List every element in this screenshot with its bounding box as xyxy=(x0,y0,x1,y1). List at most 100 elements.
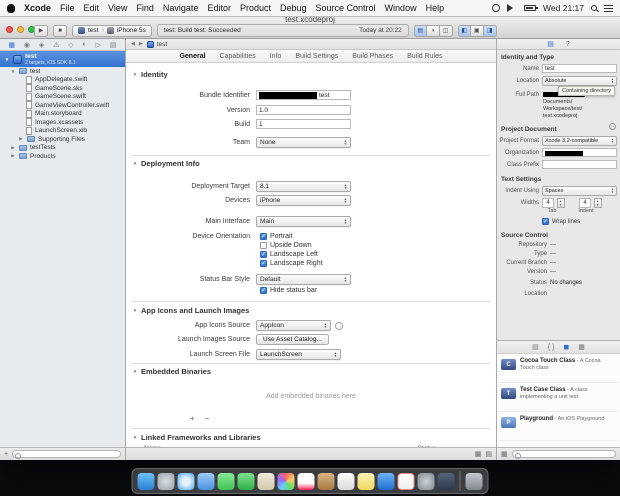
issue-navigator-icon[interactable]: ⚠ xyxy=(53,41,59,49)
indent-using-popup[interactable]: Spaces xyxy=(542,186,617,196)
team-popup[interactable]: None xyxy=(256,137,351,148)
disclosure-closed-icon[interactable] xyxy=(18,136,24,142)
navigator-group-products[interactable]: Products xyxy=(0,152,125,161)
navigator-group-testtests[interactable]: testTests xyxy=(0,144,125,153)
menu-xcode[interactable]: Xcode xyxy=(24,3,51,13)
navigator-toggle-button[interactable]: ◧ xyxy=(457,24,471,37)
app-icons-section-header[interactable]: App Icons and Launch Images xyxy=(132,306,249,315)
close-window-button[interactable] xyxy=(6,26,13,33)
status-bar-style-popup[interactable]: Default xyxy=(256,274,351,285)
dock-launchpad-icon[interactable] xyxy=(157,472,175,490)
dock-system-preferences-icon[interactable] xyxy=(417,472,435,490)
dock-reminders-icon[interactable] xyxy=(337,472,355,490)
menu-source-control[interactable]: Source Control xyxy=(316,3,376,13)
stop-button[interactable]: ■ xyxy=(53,24,67,37)
wrap-lines-row[interactable]: Wrap lines xyxy=(499,218,617,225)
dock-xcode-icon[interactable] xyxy=(437,472,455,490)
hide-status-bar-checkbox[interactable]: Hide status bar xyxy=(260,287,317,294)
identity-section-header[interactable]: Identity xyxy=(132,70,168,79)
use-asset-catalog-button[interactable]: Use Asset Catalog... xyxy=(256,334,329,345)
reveal-arrow-icon[interactable] xyxy=(335,321,343,330)
tab-build-phases[interactable]: Build Phases xyxy=(352,53,393,60)
navigator-filter-field[interactable] xyxy=(12,450,121,459)
dock-safari-icon[interactable] xyxy=(177,472,195,490)
remove-embedded-binary-button[interactable] xyxy=(205,414,210,423)
library-item-playground[interactable]: P Playground - An iOS Playground xyxy=(499,414,618,441)
quick-help-icon[interactable]: ? xyxy=(566,41,570,48)
inspector-toggle-button[interactable]: ◨ xyxy=(483,24,497,37)
navigator-group-supporting-files[interactable]: Supporting Files xyxy=(0,135,125,144)
library-item-cocoa-touch-class[interactable]: C Cocoa Touch Class - A Cocoa Touch clas… xyxy=(499,356,618,383)
indent-width-field[interactable]: 4 xyxy=(579,198,591,208)
deployment-target-combo[interactable]: 8.1 xyxy=(256,181,351,192)
menu-navigate[interactable]: Navigate xyxy=(163,3,199,13)
menu-file[interactable]: File xyxy=(60,3,75,13)
menu-product[interactable]: Product xyxy=(240,3,271,13)
tab-capabilities[interactable]: Capabilities xyxy=(220,53,256,60)
disclosure-open-icon[interactable] xyxy=(10,69,16,74)
orientation-portrait[interactable]: Portrait xyxy=(260,233,293,240)
notification-center-icon[interactable] xyxy=(604,4,613,12)
menu-debug[interactable]: Debug xyxy=(280,3,307,13)
linked-frameworks-section-header[interactable]: Linked Frameworks and Libraries xyxy=(132,433,261,442)
navigator-file-appdelegate[interactable]: AppDelegate.swift xyxy=(0,75,125,85)
tab-build-settings[interactable]: Build Settings xyxy=(295,53,338,60)
tab-build-rules[interactable]: Build Rules xyxy=(407,53,442,60)
bundle-identifier-field[interactable]: test xyxy=(256,90,351,100)
project-navigator-icon[interactable]: ▦ xyxy=(8,41,15,49)
menu-help[interactable]: Help xyxy=(426,3,445,13)
launch-screen-file-combo[interactable]: LaunchScreen xyxy=(256,349,341,360)
dock-finder-icon[interactable] xyxy=(137,472,155,490)
scheme-selector[interactable]: test iPhone 5s xyxy=(72,24,152,37)
library-filter-field[interactable] xyxy=(511,450,616,459)
menu-view[interactable]: View xyxy=(108,3,127,13)
test-navigator-icon[interactable]: ◇ xyxy=(68,41,73,49)
menu-edit[interactable]: Edit xyxy=(84,3,100,13)
dock-mail-icon[interactable] xyxy=(197,472,215,490)
grid-view-icon[interactable]: ▦ xyxy=(475,450,482,458)
assistant-editor-button[interactable]: ◑ xyxy=(426,24,440,37)
navigator-file-main-storyboard[interactable]: Main.storyboard xyxy=(0,109,125,119)
dock-notes-icon[interactable] xyxy=(357,472,375,490)
dock-messages-icon[interactable] xyxy=(217,472,235,490)
class-prefix-field[interactable] xyxy=(542,160,617,169)
main-interface-combo[interactable]: Main xyxy=(256,216,351,227)
dock-maps-icon[interactable] xyxy=(257,472,275,490)
deployment-section-header[interactable]: Deployment Info xyxy=(132,159,200,168)
spotlight-icon[interactable] xyxy=(591,5,597,11)
tab-width-field[interactable]: 4 xyxy=(542,198,554,208)
navigator-file-images-xcassets[interactable]: Images.xcassets xyxy=(0,118,125,127)
menu-clock[interactable]: Wed 21:17 xyxy=(543,3,584,13)
version-editor-button[interactable]: ◫ xyxy=(439,24,453,37)
dock-app-store-icon[interactable] xyxy=(377,472,395,490)
disclosure-open-icon[interactable] xyxy=(4,57,10,62)
report-navigator-icon[interactable]: ▤ xyxy=(110,41,117,49)
code-snippet-library-icon[interactable]: { } xyxy=(548,344,555,351)
dock-calendar-icon[interactable] xyxy=(297,472,315,490)
navigator-file-launchscreen-xib[interactable]: LaunchScreen.xib xyxy=(0,126,125,136)
orientation-landscape-right[interactable]: Landscape Right xyxy=(260,260,323,267)
dock-trash-icon[interactable] xyxy=(465,472,483,490)
dock-contacts-icon[interactable] xyxy=(317,472,335,490)
volume-icon[interactable] xyxy=(507,4,518,12)
navigator-file-gamescene-swift[interactable]: GameScene.swift xyxy=(0,92,125,102)
embedded-binaries-section-header[interactable]: Embedded Binaries xyxy=(132,367,211,376)
back-button[interactable] xyxy=(131,41,135,47)
disclosure-closed-icon[interactable] xyxy=(10,145,16,151)
name-field[interactable] xyxy=(542,64,617,73)
file-template-library-icon[interactable]: ▤ xyxy=(532,343,539,351)
symbol-navigator-icon[interactable]: ◉ xyxy=(24,41,30,49)
file-inspector-icon[interactable]: ▤ xyxy=(547,40,554,48)
organization-field[interactable] xyxy=(542,148,617,157)
orientation-landscape-left[interactable]: Landscape Left xyxy=(260,251,318,258)
disclosure-closed-icon[interactable] xyxy=(10,153,16,159)
library-item-test-case-class[interactable]: T Test Case Class - A class implementing… xyxy=(499,385,618,412)
tab-info[interactable]: Info xyxy=(270,53,282,60)
menu-window[interactable]: Window xyxy=(385,3,417,13)
project-format-popup[interactable]: Xcode 3.2-compatible xyxy=(542,136,617,146)
forward-button[interactable] xyxy=(139,41,143,47)
debug-area-toggle-button[interactable]: ▣ xyxy=(470,24,484,37)
navigator-file-gamescene-sks[interactable]: GameScene.sks xyxy=(0,84,125,93)
dock-itunes-icon[interactable] xyxy=(397,472,415,490)
apple-menu-icon[interactable] xyxy=(7,3,15,13)
